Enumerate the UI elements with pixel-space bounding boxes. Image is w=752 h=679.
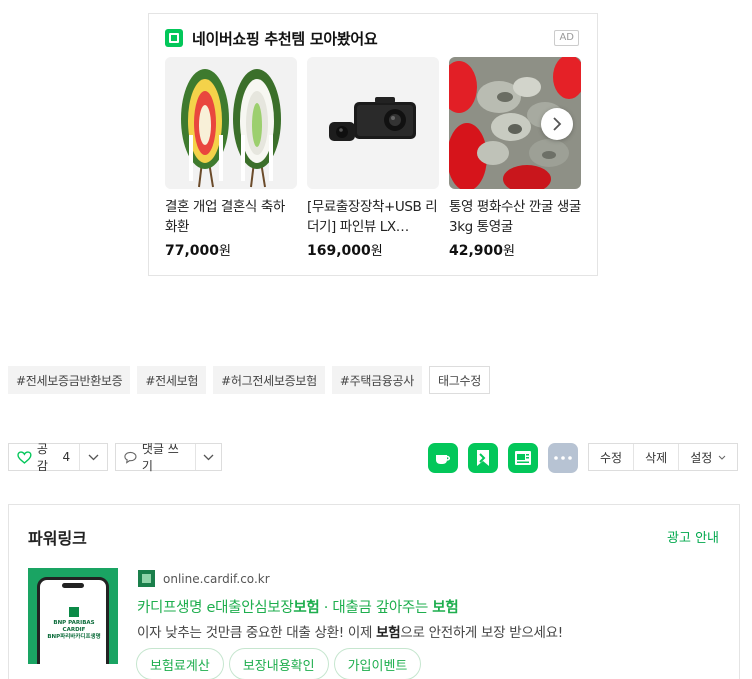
product-name[interactable]: 결혼 개업 결혼식 축하 화환 [165,197,297,237]
ad-description: 이자 낮추는 것만큼 중요한 대출 상환! 이제 보험으로 안전하게 보장 받으… [137,625,563,641]
site-url: online.cardif.co.kr [163,571,270,586]
powerlink-ad: 파워링크 광고 안내 BNP PARIBAS CARDIF BNP파리바카디프생명… [8,504,740,679]
carousel-next-button[interactable] [541,108,573,140]
product-card[interactable]: 통영 평화수산 깐굴 생굴 3kg 통영굴 42,900원 [449,57,581,259]
naver-cafe-icon [436,455,451,464]
post-action-bar: 공감 4 댓글 쓰기 수정 삭제 설정 [8,442,740,473]
site-favicon-icon [138,570,155,587]
tag-item[interactable]: #전세보증금반환보증 [8,366,131,394]
delete-button[interactable]: 삭제 [634,444,680,470]
naver-shopping-icon [165,29,183,47]
chip-premium-calc[interactable]: 보험료계산 [136,648,224,679]
product-card[interactable]: [무료출장장착+USB 리더기] 파인뷰 LX… 169,000원 [307,57,439,259]
share-naver-blog-button[interactable] [508,443,538,473]
speech-bubble-icon [124,451,137,464]
like-dropdown-button[interactable] [79,444,107,470]
naver-blog-icon [515,451,531,465]
chevron-down-icon [203,454,214,460]
like-label: 공감 [36,442,48,473]
product-price: 42,900원 [449,243,515,259]
settings-label: 설정 [690,450,713,465]
product-card[interactable]: 결혼 개업 결혼식 축하 화환 77,000원 [165,57,297,259]
post-edit-group: 수정 삭제 설정 [588,443,739,471]
comment-button[interactable]: 댓글 쓰기 [116,442,195,473]
heart-icon [17,450,32,464]
chip-signup-event[interactable]: 가입이벤트 [333,648,422,679]
product-price: 169,000원 [307,243,383,259]
chevron-right-icon [553,117,562,131]
share-more-button[interactable] [548,443,578,473]
product-name[interactable]: [무료출장장착+USB 리더기] 파인뷰 LX… [307,197,439,237]
product-image-flower-wreath[interactable] [165,57,297,189]
product-image-dashcam[interactable] [307,57,439,189]
chip-coverage-check[interactable]: 보장내용확인 [228,648,329,679]
tag-edit-button[interactable]: 태그수정 [429,366,490,394]
advertiser-site[interactable]: online.cardif.co.kr [138,570,270,587]
bnp-logo-text: BNP PARIBAS CARDIF BNP파리바카디프생명 [47,620,101,640]
ad-badge: AD [554,30,579,46]
share-naver-cafe-button[interactable] [428,443,458,473]
powerlink-title: 파워링크 [28,529,87,548]
bnp-logo-icon [69,607,79,617]
settings-button[interactable]: 설정 [679,444,737,470]
powerlink-thumbnail[interactable]: BNP PARIBAS CARDIF BNP파리바카디프생명 [28,568,118,664]
chevron-down-icon [88,454,99,460]
phone-illustration: BNP PARIBAS CARDIF BNP파리바카디프생명 [37,577,109,664]
ad-extension-links: 보험료계산 보장내용확인 가입이벤트 [136,648,422,679]
tag-item[interactable]: #허그전세보증보험 [213,366,325,394]
comment-label: 댓글 쓰기 [141,442,179,473]
share-naver-band-button[interactable] [468,443,498,473]
shopping-ad-card: 네이버쇼핑 추천템 모아봤어요 AD 결혼 개업 결혼식 축하 화환 77,00… [148,13,598,276]
ad-headline[interactable]: 카디프생명 e대출안심보장보험 · 대출금 갚아주는 보험 [137,596,459,617]
product-price: 77,000원 [165,243,231,259]
like-count: 4 [62,450,71,464]
tag-item[interactable]: #전세보험 [137,366,207,394]
edit-button[interactable]: 수정 [589,444,635,470]
more-icon [554,456,572,460]
chevron-down-icon [718,455,726,460]
tag-item[interactable]: #주택금융공사 [331,366,423,394]
product-name[interactable]: 통영 평화수산 깐굴 생굴 3kg 통영굴 [449,197,581,237]
tag-list: #전세보증금반환보증 #전세보험 #허그전세보증보험 #주택금융공사 태그수정 [8,366,490,394]
comment-dropdown-button[interactable] [195,444,221,470]
shopping-ad-title: 네이버쇼핑 추천템 모아봤어요 [192,29,378,48]
like-button-group: 공감 4 [8,442,108,473]
naver-band-icon [477,450,489,466]
shopping-ad-header: 네이버쇼핑 추천템 모아봤어요 AD [165,28,579,48]
like-button[interactable]: 공감 4 [9,442,79,473]
comment-button-group: 댓글 쓰기 [115,442,222,473]
ad-info-link[interactable]: 광고 안내 [667,527,719,546]
